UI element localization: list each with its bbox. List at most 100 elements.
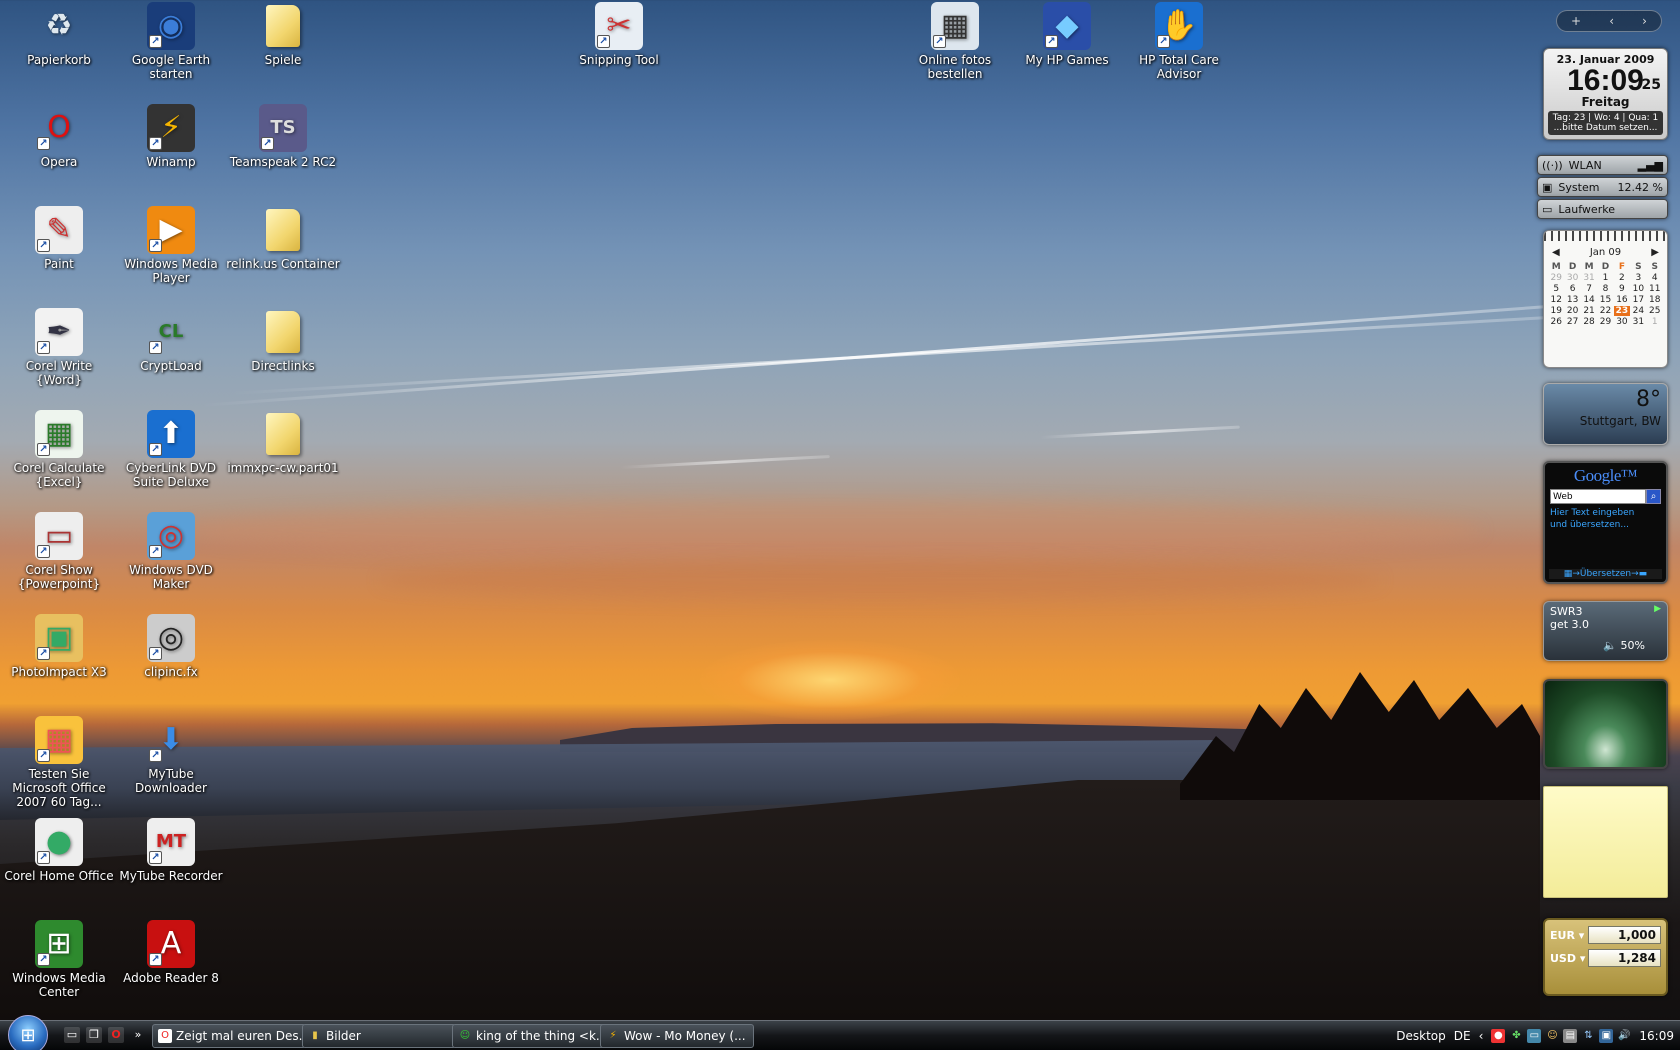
desktop-icon[interactable]: ⚡ ↗ Winamp [112, 104, 230, 169]
calendar-day[interactable]: 29 [1597, 317, 1613, 327]
calendar-day[interactable]: 10 [1630, 284, 1646, 294]
taskbar-button[interactable]: ⚡ Wow - Mo Money (... [600, 1024, 754, 1048]
weather-gadget[interactable]: 8° Stuttgart, BW [1543, 383, 1668, 445]
show-desktop-icon[interactable]: ▭ [64, 1027, 80, 1043]
display-icon[interactable]: ▭ [1527, 1029, 1542, 1043]
desktop-icon[interactable]: ◎ ↗ clipinc.fx [112, 614, 230, 679]
desktop-icon[interactable]: ♻ Papierkorb [0, 2, 118, 67]
desktop-icon[interactable]: ▦ ↗ Corel Calculate {Excel} [0, 410, 118, 489]
calendar-day[interactable]: 17 [1630, 295, 1646, 305]
currency-selector[interactable]: EUR ▾ [1550, 929, 1588, 942]
clover-icon[interactable]: ✤ [1509, 1029, 1523, 1043]
taskbar-clock[interactable]: 16:09 [1639, 1029, 1674, 1043]
desktop-icon[interactable]: ▣ ↗ PhotoImpact X3 [0, 614, 118, 679]
calendar-day[interactable]: 16 [1614, 295, 1630, 305]
calendar-day[interactable]: 28 [1581, 317, 1597, 327]
calendar-day[interactable]: 18 [1647, 295, 1663, 305]
notes-gadget[interactable] [1543, 786, 1668, 898]
desktop-icon[interactable]: Directlinks [224, 308, 342, 373]
slideshow-gadget[interactable] [1543, 679, 1668, 769]
taskbar-button[interactable]: ☺ king of the thing <k... [452, 1024, 606, 1048]
desktop-icon[interactable]: Spiele [224, 2, 342, 67]
start-button[interactable]: ⊞ [8, 1015, 48, 1050]
desktop-toolbar[interactable]: Desktop [1396, 1029, 1446, 1043]
desktop-icon[interactable]: MT ↗ MyTube Recorder [112, 818, 230, 883]
calendar-day[interactable]: 1 [1647, 317, 1663, 327]
calendar-day[interactable]: 1 [1597, 273, 1613, 283]
desktop-icon[interactable]: TS ↗ Teamspeak 2 RC2 [224, 104, 342, 169]
desktop-icon[interactable]: ✒ ↗ Corel Write {Word} [0, 308, 118, 387]
calendar-day[interactable]: 9 [1614, 284, 1630, 294]
desktop-icon[interactable]: O ↗ Opera [0, 104, 118, 169]
desktop-icon[interactable]: ▶ ↗ Windows Media Player [112, 206, 230, 285]
calendar-day[interactable]: 25 [1647, 306, 1663, 316]
currency-gadget[interactable]: EUR ▾ 1,000 USD ▾ 1,284 [1543, 918, 1668, 996]
calendar-day[interactable]: 8 [1597, 284, 1613, 294]
drives-meter[interactable]: ▭ Laufwerke [1537, 199, 1668, 219]
desktop-icon[interactable]: ✎ ↗ Paint [0, 206, 118, 271]
user-icon[interactable]: ☺ [1545, 1029, 1559, 1043]
calendar-day[interactable]: 27 [1564, 317, 1580, 327]
monitor-icon[interactable]: ▣ [1599, 1029, 1614, 1043]
translate-button[interactable]: ▦→Übersetzen→▬ [1549, 569, 1662, 579]
calendar-day[interactable]: 20 [1564, 306, 1580, 316]
calendar-day[interactable]: 23 [1613, 306, 1631, 316]
desktop-icon[interactable]: ⬆ ↗ CyberLink DVD Suite Deluxe [112, 410, 230, 489]
calendar-day[interactable]: 6 [1564, 284, 1580, 294]
search-icon[interactable]: ⌕ [1646, 489, 1661, 504]
calendar-day[interactable]: 3 [1630, 273, 1646, 283]
radio-volume[interactable]: 🔈 50% [1603, 639, 1645, 652]
volume-icon[interactable]: 🔊 [1617, 1029, 1631, 1043]
desktop-icon[interactable]: ◎ ↗ Windows DVD Maker [112, 512, 230, 591]
desktop-icon[interactable]: immxpc-cw.part01 [224, 410, 342, 475]
calendar-day[interactable]: 24 [1630, 306, 1646, 316]
calendar-day[interactable]: 12 [1548, 295, 1564, 305]
calendar-day[interactable]: 7 [1581, 284, 1597, 294]
calendar-gadget[interactable]: ◀ Jan 09 ▶ M D M D F S S 29 30 31 1 2 3 4 5 6 7 8 9 10 11 12 1… [1543, 230, 1668, 368]
taskbar-button[interactable]: O Zeigt mal euren Des... [152, 1024, 306, 1048]
calendar-day[interactable]: 29 [1548, 273, 1564, 283]
network-icon[interactable]: ⇅ [1581, 1029, 1595, 1043]
calendar-day[interactable]: 30 [1564, 273, 1580, 283]
clock-gadget[interactable]: 23. Januar 2009 16:09 25 Freitag Tag: 23… [1543, 48, 1668, 140]
calendar-day[interactable]: 31 [1630, 317, 1646, 327]
calendar-day[interactable]: 31 [1581, 273, 1597, 283]
chevron-left-icon[interactable]: ‹ [1479, 1029, 1484, 1043]
desktop-icon[interactable]: ● ↗ Corel Home Office [0, 818, 118, 883]
desktop-icon[interactable]: ⊞ ↗ Windows Media Center [0, 920, 118, 999]
desktop-icon[interactable]: ✋ ↗ HP Total Care Advisor [1120, 2, 1238, 81]
calendar-day[interactable]: 11 [1647, 284, 1663, 294]
calendar-next-icon[interactable]: ▶ [1651, 247, 1659, 258]
translate-hint[interactable]: Hier Text eingeben und übersetzen... [1550, 507, 1642, 531]
calendar-day[interactable]: 15 [1597, 295, 1613, 305]
calendar-day[interactable]: 19 [1548, 306, 1564, 316]
calendar-day[interactable]: 22 [1597, 306, 1613, 316]
calendar-day[interactable]: 30 [1614, 317, 1630, 327]
calendar-day[interactable]: 5 [1548, 284, 1564, 294]
calendar-prev-icon[interactable]: ◀ [1552, 247, 1560, 258]
desktop-icon[interactable]: ◉ ↗ Google Earth starten [112, 2, 230, 81]
calendar-day[interactable]: 14 [1581, 295, 1597, 305]
desktop-icon[interactable]: ⬇ ↗ MyTube Downloader [112, 716, 230, 795]
desktop-icon[interactable]: relink.us Container [224, 206, 342, 271]
desktop-icon[interactable]: CL ↗ CryptLoad [112, 308, 230, 373]
language-indicator[interactable]: DE [1454, 1029, 1471, 1043]
calendar-day[interactable]: 13 [1564, 295, 1580, 305]
currency-amount[interactable]: 1,284 [1588, 949, 1661, 967]
currency-selector[interactable]: USD ▾ [1550, 952, 1588, 965]
switch-windows-icon[interactable]: ❐ [86, 1027, 102, 1043]
wlan-meter[interactable]: ((·)) WLAN ▂▄▆ [1537, 155, 1668, 175]
desktop-icon[interactable]: ▦ ↗ Testen Sie Microsoft Office 2007 60 Ta… [0, 716, 118, 809]
radio-gadget[interactable]: SWR3 get 3.0 ▶ 🔈 50% [1543, 601, 1668, 661]
system-meter[interactable]: ▣ System 12.42 % [1537, 177, 1668, 197]
previous-icon[interactable]: ‹ [1609, 14, 1614, 28]
desktop-icon[interactable]: ✂ ↗ Snipping Tool [560, 2, 678, 67]
printer-icon[interactable]: ▤ [1563, 1029, 1578, 1043]
opera-icon[interactable]: O [108, 1027, 124, 1043]
desktop-icon[interactable]: ◆ ↗ My HP Games [1008, 2, 1126, 67]
add-gadget-icon[interactable]: + [1571, 14, 1581, 28]
next-icon[interactable]: › [1642, 14, 1647, 28]
calendar-day[interactable]: 2 [1614, 273, 1630, 283]
taskbar-button[interactable]: ▮ Bilder [302, 1024, 456, 1048]
chevron-right-icon[interactable]: » [130, 1027, 146, 1043]
